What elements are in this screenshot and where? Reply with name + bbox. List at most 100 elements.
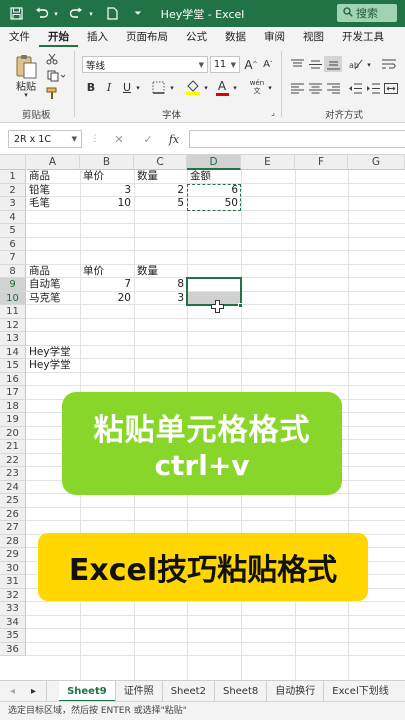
row-header-29[interactable]: 29	[0, 548, 26, 562]
cell-b3[interactable]: 10	[80, 197, 134, 211]
tab-view[interactable]: 视图	[294, 27, 333, 47]
row-header-15[interactable]: 15	[0, 359, 26, 373]
column-header-f[interactable]: F	[295, 155, 348, 170]
row-header-3[interactable]: 3	[0, 197, 26, 211]
row-header-8[interactable]: 8	[0, 264, 26, 278]
column-header-d[interactable]: D	[187, 155, 241, 170]
row-header-12[interactable]: 12	[0, 318, 26, 332]
redo-icon[interactable]	[66, 4, 86, 24]
cell-b2[interactable]: 3	[80, 184, 134, 198]
font-dialog-launcher-icon[interactable]: ⌟	[268, 107, 278, 117]
orientation-icon[interactable]: ab	[347, 57, 365, 71]
row-header-9[interactable]: 9	[0, 278, 26, 292]
row-header-21[interactable]: 21	[0, 440, 26, 454]
font-color-button[interactable]: A	[214, 77, 230, 97]
font-name-dropdown[interactable]: 等线 ▼	[82, 56, 208, 73]
row-header-2[interactable]: 2	[0, 183, 26, 197]
sheet-list-icon[interactable]	[47, 681, 59, 702]
fill-color-dropdown-icon[interactable]: ▾	[202, 83, 210, 93]
sheet-tab-underline[interactable]: Excel下划线	[324, 681, 397, 702]
row-header-19[interactable]: 19	[0, 413, 26, 427]
column-header-g[interactable]: G	[348, 155, 405, 170]
copy-icon[interactable]	[45, 69, 67, 83]
tab-file[interactable]: 文件	[0, 27, 39, 47]
cell-a9[interactable]: 自动笔	[26, 278, 80, 292]
row-header-30[interactable]: 30	[0, 561, 26, 575]
cell-b8[interactable]: 单价	[80, 265, 134, 279]
wrap-text-icon[interactable]	[380, 57, 398, 71]
row-header-1[interactable]: 1	[0, 170, 26, 184]
select-all-corner[interactable]	[0, 155, 26, 170]
phonetic-dropdown-icon[interactable]: ▾	[266, 83, 274, 93]
tab-formulas[interactable]: 公式	[177, 27, 216, 47]
cell-c9[interactable]: 8	[134, 278, 187, 292]
row-header-31[interactable]: 31	[0, 575, 26, 589]
cell-b9[interactable]: 7	[80, 278, 134, 292]
phonetic-button[interactable]: wén 文	[248, 77, 266, 97]
column-header-a[interactable]: A	[26, 155, 80, 170]
insert-function-button[interactable]: fx	[166, 131, 182, 147]
row-header-26[interactable]: 26	[0, 507, 26, 521]
tab-data[interactable]: 数据	[216, 27, 255, 47]
cut-icon[interactable]	[45, 52, 59, 66]
tab-developer[interactable]: 开发工具	[333, 27, 393, 47]
column-header-b[interactable]: B	[80, 155, 134, 170]
align-left-icon[interactable]	[289, 81, 305, 95]
sheet-tab-sheet8[interactable]: Sheet8	[215, 680, 268, 702]
font-size-dropdown[interactable]: 11 ▼	[210, 56, 240, 73]
row-header-23[interactable]: 23	[0, 467, 26, 481]
sheet-tab-id-photo[interactable]: 证件照	[116, 680, 163, 702]
row-header-35[interactable]: 35	[0, 629, 26, 643]
row-header-28[interactable]: 28	[0, 534, 26, 548]
scroll-left-icon[interactable]: ◂	[0, 681, 25, 702]
row-header-5[interactable]: 5	[0, 224, 26, 238]
decrease-indent-icon[interactable]	[347, 81, 363, 95]
paste-button[interactable]: 粘贴	[10, 79, 42, 93]
row-header-4[interactable]: 4	[0, 210, 26, 224]
fill-color-icon[interactable]	[184, 77, 202, 97]
redo-dropdown-icon[interactable]: ▾	[86, 4, 96, 24]
row-header-6[interactable]: 6	[0, 237, 26, 251]
cell-a15[interactable]: Hey学堂	[26, 359, 106, 373]
cell-c3[interactable]: 5	[134, 197, 187, 211]
row-header-17[interactable]: 17	[0, 386, 26, 400]
row-header-11[interactable]: 11	[0, 305, 26, 319]
cell-c2[interactable]: 2	[134, 184, 187, 198]
borders-dropdown-icon[interactable]: ▾	[168, 83, 176, 93]
column-header-c[interactable]: C	[134, 155, 187, 170]
merge-center-icon[interactable]	[382, 81, 400, 95]
undo-icon[interactable]	[32, 4, 52, 24]
row-header-33[interactable]: 33	[0, 602, 26, 616]
cell-a1[interactable]: 商品	[26, 170, 80, 184]
row-header-32[interactable]: 32	[0, 588, 26, 602]
sheet-tab-sheet2[interactable]: Sheet2	[163, 680, 215, 702]
row-header-13[interactable]: 13	[0, 332, 26, 346]
formula-input[interactable]	[189, 130, 405, 148]
row-header-20[interactable]: 20	[0, 426, 26, 440]
undo-dropdown-icon[interactable]: ▾	[52, 4, 60, 24]
row-header-34[interactable]: 34	[0, 615, 26, 629]
scroll-right-icon[interactable]: ▸	[25, 680, 48, 702]
align-top-icon[interactable]	[289, 57, 305, 71]
confirm-icon[interactable]: ✓	[141, 131, 155, 147]
row-header-27[interactable]: 27	[0, 521, 26, 535]
new-document-icon[interactable]	[102, 4, 122, 24]
cell-a3[interactable]: 毛笔	[26, 197, 80, 211]
cell-a8[interactable]: 商品	[26, 265, 80, 279]
cell-c8[interactable]: 数量	[134, 265, 187, 279]
cell-a14[interactable]: Hey学堂	[26, 346, 106, 360]
align-middle-icon[interactable]	[307, 57, 323, 71]
row-header-7[interactable]: 7	[0, 251, 26, 265]
cell-c1[interactable]: 数量	[134, 170, 187, 184]
grow-font-button[interactable]: A ^	[244, 56, 258, 73]
row-header-22[interactable]: 22	[0, 453, 26, 467]
increase-indent-icon[interactable]	[365, 81, 381, 95]
align-right-icon[interactable]	[325, 81, 341, 95]
format-painter-icon[interactable]	[45, 86, 59, 100]
name-box[interactable]: 2R x 1C ▼	[8, 130, 82, 148]
cell-b10[interactable]: 20	[80, 292, 134, 306]
tab-insert[interactable]: 插入	[78, 27, 117, 47]
tab-home[interactable]: 开始	[39, 27, 78, 47]
fill-handle[interactable]	[238, 303, 243, 308]
underline-button[interactable]: U	[120, 79, 134, 95]
